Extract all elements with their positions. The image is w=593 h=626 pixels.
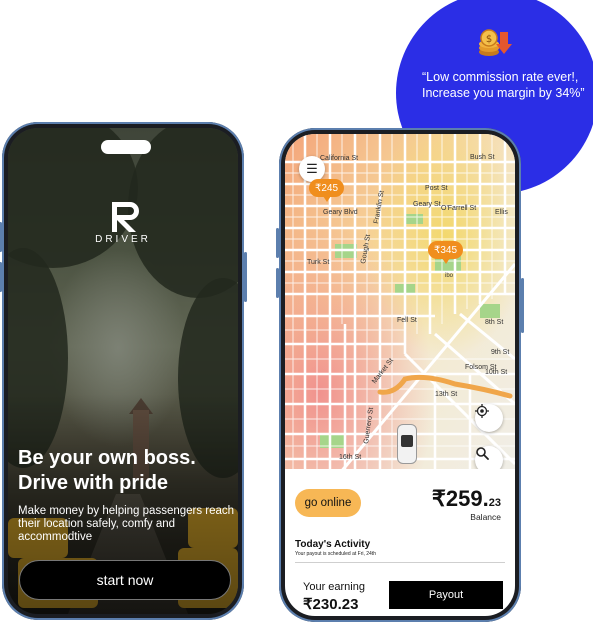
price-pin[interactable]: ₹345 [428,241,464,264]
svg-text:Geary Blvd: Geary Blvd [323,209,358,216]
price-pin-label: ₹245 [315,182,339,194]
divider [295,562,505,563]
driver-logo [112,202,139,232]
onboarding-screen: DRIVER Be your own boss. Drive with prid… [8,128,238,614]
earning-amount: ₹230.23 [303,596,359,613]
testimonial-quote: “Low commission rate ever!, Increase you… [422,70,585,100]
balance-label: Balance [470,512,501,522]
activity-title: Today's Activity [295,539,371,550]
subcopy: Make money by helping passengers reach t… [18,505,235,543]
headline: Be your own boss. Drive with pride [18,447,196,494]
activity-note: Your payout is scheduled at Fri, 24th [295,551,376,557]
svg-text:Bush St: Bush St [470,154,495,161]
svg-text:9th St: 9th St [491,349,509,356]
svg-text:16th St: 16th St [339,454,361,461]
start-now-button[interactable]: start now [19,560,231,600]
svg-text:Ellis: Ellis [495,209,508,216]
svg-text:Geary St: Geary St [413,201,441,208]
driver-home-screen: California St Bush St Geary Blvd Post St… [285,134,515,616]
coin-down-arrow-icon: $ [479,29,512,56]
earning-label: Your earning [303,581,365,593]
svg-text:Turk St: Turk St [307,259,329,266]
svg-text:Fell St: Fell St [397,317,417,324]
svg-text:Post St: Post St [425,185,448,192]
car-icon [397,424,417,464]
go-online-button[interactable]: go online [295,489,361,517]
map-view[interactable]: California St Bush St Geary Blvd Post St… [285,134,515,479]
balance-amount: ₹259.23 [431,486,501,511]
svg-text:10th St: 10th St [485,369,507,376]
svg-text:ibo: ibo [445,273,454,279]
payout-button[interactable]: Payout [389,581,503,609]
locate-icon[interactable] [475,404,503,432]
price-pin[interactable]: ₹245 [309,179,345,202]
svg-text:13th St: 13th St [435,391,457,398]
driver-panel: go online ₹259.23 Balance Today's Activi… [285,469,515,616]
svg-text:$: $ [486,34,492,45]
price-pin-label: ₹345 [434,244,458,256]
svg-text:California St: California St [320,155,358,162]
svg-text:8th St: 8th St [485,319,503,326]
phone-frame-right: California St Bush St Geary Blvd Post St… [276,128,524,622]
camera-notch [101,140,151,154]
phone-frame-left: DRIVER Be your own boss. Drive with prid… [0,122,247,620]
svg-text:O'Farrell St: O'Farrell St [441,205,476,212]
brand-text: DRIVER [95,234,151,245]
